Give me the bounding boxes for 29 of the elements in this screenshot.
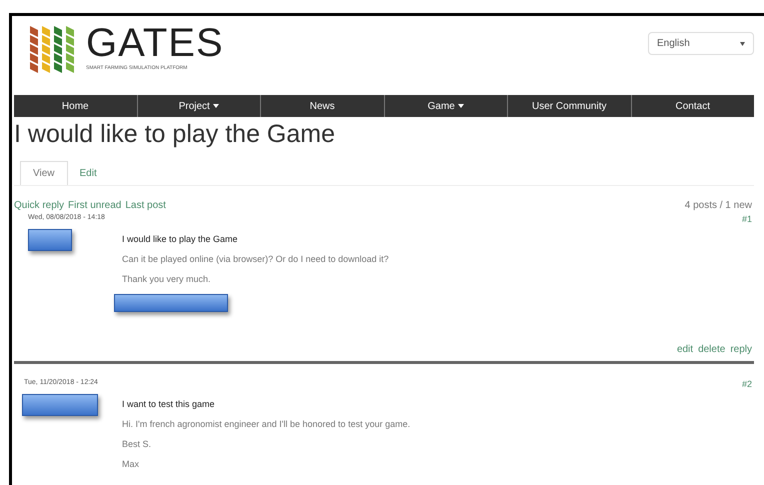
nav-link[interactable]: User Community xyxy=(507,95,630,117)
forum-link[interactable]: First unread xyxy=(68,198,122,213)
nav-link[interactable]: News xyxy=(260,95,384,117)
forum-link[interactable]: Last post xyxy=(125,198,166,213)
post-title: I want to test this game xyxy=(122,398,216,411)
language-select[interactable]: English xyxy=(648,32,754,55)
nav-link[interactable]: Game xyxy=(384,95,507,117)
logo-wordmark: GATES xyxy=(86,23,224,64)
post-action-link[interactable]: edit xyxy=(676,342,694,357)
post-action-link[interactable]: delete xyxy=(698,342,726,357)
post-text: Hi. I'm french agronomist engineer and I'll be honored to test your game. xyxy=(122,419,410,430)
caret-icon xyxy=(740,42,745,46)
post-text: Can it be played online (via browser)? Or do I need to download it? xyxy=(122,254,389,265)
forum-link[interactable]: Quick reply xyxy=(14,198,64,213)
post-text: Max xyxy=(122,459,140,470)
post-text: Best S. xyxy=(122,439,152,450)
post-number[interactable]: #1 xyxy=(742,213,752,226)
post-title: I would like to play the Game xyxy=(122,232,239,246)
post-action-link[interactable]: reply xyxy=(730,342,752,357)
nav-link[interactable]: Home xyxy=(14,95,136,117)
page-title: I would like to play the Game xyxy=(14,119,336,149)
tab[interactable]: Edit xyxy=(68,161,109,185)
post-text: Thank you very much. xyxy=(122,274,212,285)
nav-link[interactable]: Contact xyxy=(630,95,754,117)
post-number[interactable]: #2 xyxy=(742,378,752,392)
nav-link[interactable]: Project xyxy=(136,95,260,117)
redaction-block xyxy=(28,228,72,250)
post-count: 4 posts / 1 new xyxy=(684,199,752,213)
tab[interactable]: View xyxy=(20,161,68,185)
